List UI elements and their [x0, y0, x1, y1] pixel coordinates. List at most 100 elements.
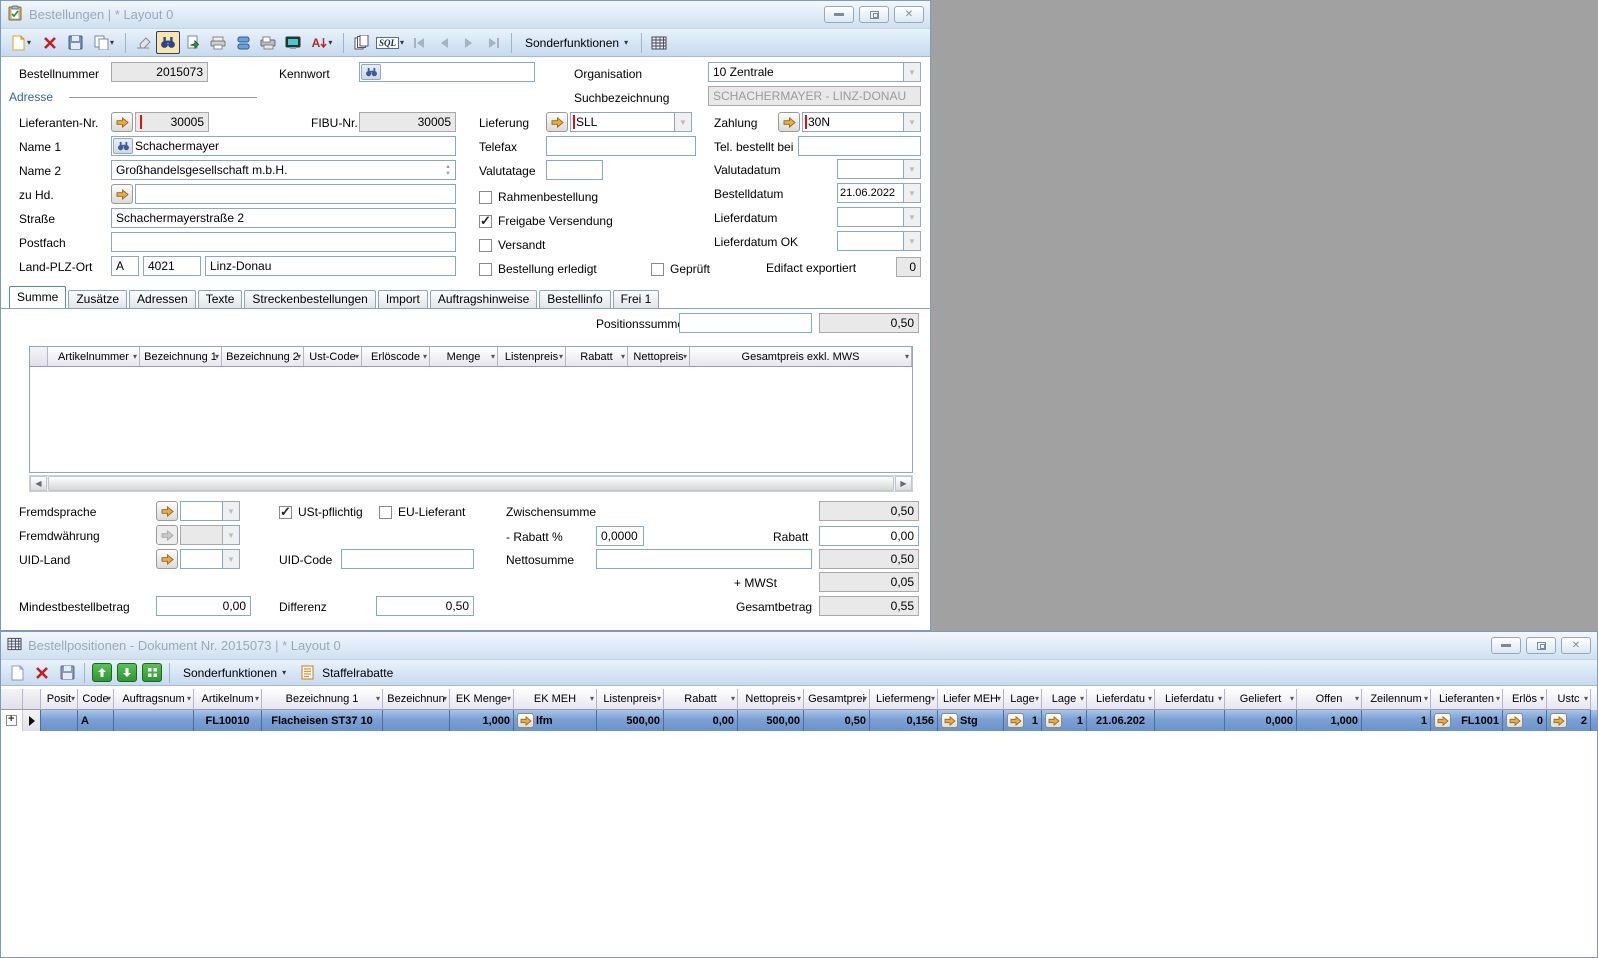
rahmenbestellung-checkbox[interactable]: Rahmenbestellung: [479, 187, 598, 207]
cell-rabatt[interactable]: 0,00: [664, 710, 738, 731]
grid-column-header[interactable]: Lieferanten▾: [1431, 689, 1503, 710]
grid-column-header[interactable]: Erlös▾: [1503, 689, 1547, 710]
valutadatum-field[interactable]: ▼: [837, 159, 921, 179]
versandt-checkbox[interactable]: Versandt: [479, 235, 545, 255]
staffelrabatte-icon[interactable]: [295, 661, 319, 684]
grid-column-header[interactable]: Listenpreis▾: [498, 347, 566, 367]
telefax-field[interactable]: [546, 136, 696, 156]
grid-column-header[interactable]: Bezeichnung 2▾: [222, 347, 304, 367]
chevron-down-icon[interactable]: ▾: [1148, 694, 1152, 703]
chevron-down-icon[interactable]: ▼: [904, 159, 921, 179]
chevron-down-icon[interactable]: ▼: [904, 112, 921, 132]
zahlung-dropdown[interactable]: 30N ▼: [802, 112, 921, 132]
chevron-down-icon[interactable]: ▾: [376, 694, 380, 703]
cell-erl-s[interactable]: 0: [1503, 710, 1547, 731]
grid-column-header[interactable]: Zeilennum▾: [1362, 689, 1431, 710]
chevron-down-icon[interactable]: ▼: [904, 207, 921, 227]
cell-nettopreis[interactable]: 500,00: [738, 710, 804, 731]
kennwort-field[interactable]: [359, 62, 535, 82]
row-expander[interactable]: [1, 710, 23, 731]
print-button[interactable]: [206, 31, 230, 54]
cell-bezeichnun[interactable]: [383, 710, 450, 731]
lookup-arrow-icon[interactable]: [1506, 713, 1523, 728]
cell-posit[interactable]: [41, 710, 78, 731]
tab-adressen[interactable]: Adressen: [129, 290, 196, 308]
grid-column-header[interactable]: EK MEH▾: [514, 689, 597, 710]
grid-column-header[interactable]: Lage▾: [1004, 689, 1042, 710]
chevron-down-icon[interactable]: ▼: [675, 112, 692, 132]
expand-plus-icon[interactable]: [6, 715, 17, 726]
name2-field[interactable]: Großhandelsgesellschaft m.b.H.▲▼: [111, 160, 456, 180]
tab-summe[interactable]: Summe: [9, 286, 66, 308]
zu-hd-field[interactable]: [135, 184, 456, 204]
checkbox[interactable]: [651, 263, 664, 276]
nav-last-button[interactable]: [482, 31, 506, 54]
screen-view-button[interactable]: [281, 31, 305, 54]
copy-pages-button[interactable]: [349, 31, 373, 54]
grid-view-button[interactable]: [647, 31, 671, 54]
grid-column-header[interactable]: Auftragsnum▾: [114, 689, 194, 710]
uid-land-dropdown[interactable]: ▼: [180, 549, 240, 569]
scroll-left-icon[interactable]: ◀: [30, 476, 47, 491]
restore-button[interactable]: [859, 6, 889, 23]
sonderfunktionen-menu[interactable]: Sonderfunktionen▾: [175, 664, 294, 682]
grid-column-header[interactable]: Posit▾: [41, 689, 78, 710]
chevron-down-icon[interactable]: ▾: [797, 694, 801, 703]
chevron-down-icon[interactable]: ▼: [223, 549, 240, 569]
grid-column-header[interactable]: Rabatt▾: [664, 689, 738, 710]
bestellungen-titlebar[interactable]: Bestellungen | * Layout 0 ✕: [1, 1, 930, 29]
chevron-down-icon[interactable]: ▾: [559, 352, 563, 361]
plz-field[interactable]: 4021: [143, 256, 201, 276]
cell-auftragsnum[interactable]: [114, 710, 194, 731]
chevron-down-icon[interactable]: ▾: [1035, 694, 1039, 703]
chevron-down-icon[interactable]: ▼: [904, 183, 921, 203]
sql-button[interactable]: SQL▾: [374, 31, 406, 54]
tab-import[interactable]: Import: [378, 290, 428, 308]
checkbox[interactable]: [479, 191, 492, 204]
lieferanten-nr-field[interactable]: 30005: [135, 112, 209, 132]
datasets-button[interactable]: [231, 31, 255, 54]
chevron-down-icon[interactable]: ▾: [297, 352, 301, 361]
close-button[interactable]: ✕: [894, 6, 924, 23]
chevron-down-icon[interactable]: ▾: [1290, 694, 1294, 703]
cell-ustc[interactable]: 2: [1547, 710, 1591, 731]
chevron-down-icon[interactable]: ▾: [863, 694, 867, 703]
chevron-down-icon[interactable]: ▾: [215, 352, 219, 361]
cell-ek-meh[interactable]: lfm: [514, 710, 597, 731]
cell-lage[interactable]: 1: [1042, 710, 1087, 731]
chevron-down-icon[interactable]: ▾: [255, 694, 259, 703]
apply-all-button[interactable]: [140, 661, 164, 684]
chevron-down-icon[interactable]: ▾: [107, 694, 111, 703]
strasse-field[interactable]: Schachermayerstraße 2: [111, 208, 456, 228]
grid-column-header[interactable]: Offen▾: [1297, 689, 1362, 710]
grid-column-header[interactable]: Nettopreis▾: [628, 347, 690, 367]
grid-column-header[interactable]: EK Menge▾: [450, 689, 514, 710]
chevron-down-icon[interactable]: ▾: [1080, 694, 1084, 703]
chevron-down-icon[interactable]: ▾: [1540, 694, 1544, 703]
positions-grid-body[interactable]: [30, 367, 912, 472]
grid-column-header[interactable]: Artikelnummer▾: [48, 347, 140, 367]
lookup-arrow-icon[interactable]: [517, 713, 534, 728]
grid-column-header[interactable]: Gesamtprei▾: [804, 689, 870, 710]
checkbox[interactable]: [479, 263, 492, 276]
cell-lage[interactable]: 1: [1004, 710, 1042, 731]
chevron-down-icon[interactable]: ▼: [223, 501, 240, 521]
valutatage-field[interactable]: [546, 160, 603, 180]
grid-column-header[interactable]: Nettopreis▾: [738, 689, 804, 710]
lieferdatum-ok-field[interactable]: ▼: [837, 231, 921, 251]
chevron-down-icon[interactable]: ▾: [657, 694, 661, 703]
minimize-button[interactable]: [824, 6, 854, 23]
chevron-down-icon[interactable]: ▾: [683, 352, 687, 361]
close-button[interactable]: ✕: [1561, 637, 1591, 654]
chevron-down-icon[interactable]: ▾: [1584, 694, 1588, 703]
chevron-down-icon[interactable]: ▾: [1496, 694, 1500, 703]
scrollbar-thumb[interactable]: [48, 476, 894, 491]
grid-column-header[interactable]: Lieferdatu▾: [1087, 689, 1155, 710]
lieferant-lookup-button[interactable]: [111, 112, 133, 132]
tab-zus-tze[interactable]: Zusätze: [68, 290, 127, 308]
chevron-down-icon[interactable]: ▾: [187, 694, 191, 703]
fremdsprache-dropdown[interactable]: ▼: [180, 501, 240, 521]
freigabe-versendung-checkbox[interactable]: Freigabe Versendung: [479, 211, 613, 231]
positionssumme-field[interactable]: [679, 313, 812, 333]
uid-code-field[interactable]: [341, 549, 474, 569]
